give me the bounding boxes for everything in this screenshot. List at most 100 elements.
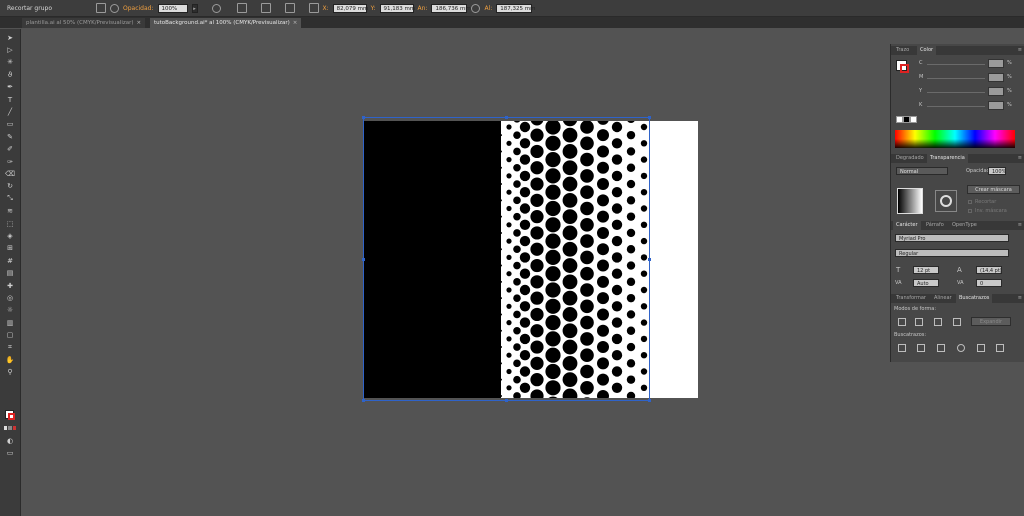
yellow-slider[interactable] [927, 92, 985, 93]
tab-alinear[interactable]: Alinear [931, 294, 955, 303]
lasso-tool[interactable]: ϑ [5, 70, 15, 79]
resize-handle[interactable] [648, 399, 651, 402]
black-field[interactable] [988, 101, 1004, 110]
resize-handle[interactable] [362, 116, 365, 119]
rotate-tool[interactable]: ↻ [5, 182, 15, 191]
exclude-icon[interactable] [953, 318, 961, 326]
slice-tool[interactable]: ⌗ [5, 343, 15, 352]
tab-buscatrazos[interactable]: Buscatrazos [956, 294, 993, 303]
minus-back-icon[interactable] [996, 344, 1004, 352]
tracking-field[interactable]: 0 [976, 279, 1002, 287]
mask-slot[interactable] [935, 190, 957, 212]
opacity-dropdown[interactable]: ▸ [191, 3, 198, 13]
magenta-field[interactable] [988, 73, 1004, 82]
arrange-icon[interactable] [284, 3, 295, 13]
white-swatch[interactable] [910, 116, 917, 123]
tab-transparencia[interactable]: Transparencia [927, 154, 968, 163]
isolate-group-icon[interactable] [96, 3, 106, 13]
zoom-tool[interactable]: ⚲ [5, 368, 15, 377]
yellow-field[interactable] [988, 87, 1004, 96]
unite-icon[interactable] [898, 318, 906, 326]
tab-plantilla[interactable]: plantilla.ai al 50% (CMYK/Previsualizar)… [22, 18, 146, 28]
tab-trazo[interactable]: Trazo [893, 46, 912, 55]
opacity-field[interactable]: 100% [157, 3, 188, 13]
font-size-field[interactable]: 12 pt [913, 266, 939, 274]
minus-front-icon[interactable] [915, 318, 923, 326]
paintbrush-tool[interactable]: ✎ [5, 132, 15, 141]
rectangle-tool[interactable]: ▭ [5, 120, 15, 129]
type-tool[interactable]: T [5, 95, 15, 104]
selection-tool[interactable]: ➤ [5, 33, 15, 42]
mesh-tool[interactable]: # [5, 256, 15, 265]
clip-checkbox[interactable] [968, 200, 972, 204]
y-field[interactable]: 91,183 mm [379, 3, 415, 13]
tab-color[interactable]: Color [917, 46, 937, 55]
tab-tutobackground[interactable]: tutoBackground.ai* al 100% (CMYK/Previsu… [150, 18, 302, 28]
none-swatch[interactable] [896, 116, 903, 123]
leading-field[interactable]: (14,4 pt) [976, 266, 1002, 274]
resize-handle[interactable] [505, 399, 508, 402]
panel-menu-icon[interactable]: ≡ [1018, 46, 1022, 55]
artboard-tool[interactable]: ▢ [5, 331, 15, 340]
crop-icon[interactable] [957, 344, 965, 352]
perspective-grid-tool[interactable]: ⊞ [5, 244, 15, 253]
resize-handle[interactable] [648, 116, 651, 119]
symbol-sprayer-tool[interactable]: ☼ [5, 306, 15, 315]
magenta-slider[interactable] [927, 78, 985, 79]
style-icon[interactable] [211, 3, 221, 13]
transform-icon[interactable] [260, 3, 271, 13]
tab-opentype[interactable]: OpenType [949, 221, 980, 230]
intersect-icon[interactable] [934, 318, 942, 326]
opacity-label[interactable]: Opacidad: [123, 5, 154, 12]
trim-icon[interactable] [917, 344, 925, 352]
resize-handle[interactable] [362, 399, 365, 402]
make-mask-button[interactable]: Crear máscara [967, 185, 1020, 194]
pen-tool[interactable]: ✒ [5, 83, 15, 92]
panel-menu-icon[interactable]: ≡ [1018, 294, 1022, 303]
close-icon[interactable]: × [137, 20, 142, 26]
gradient-tool[interactable]: ▤ [5, 269, 15, 278]
reference-point-icon[interactable] [308, 3, 319, 13]
stroke-swatch[interactable] [8, 413, 15, 420]
kerning-field[interactable]: Auto [913, 279, 939, 287]
color-mode-buttons[interactable] [4, 426, 16, 430]
color-spectrum[interactable] [895, 130, 1015, 148]
blend-tool[interactable]: ◎ [5, 293, 15, 302]
tab-parrafo[interactable]: Párrafo [923, 221, 947, 230]
eraser-tool[interactable]: ⌫ [5, 169, 15, 178]
cyan-slider[interactable] [927, 64, 985, 65]
recolor-artwork-icon[interactable] [110, 3, 119, 13]
tab-degradado[interactable]: Degradado [893, 154, 927, 163]
black-slider[interactable] [927, 106, 985, 107]
free-transform-tool[interactable]: ⬚ [5, 219, 15, 228]
expand-button[interactable]: Expandir [971, 317, 1011, 326]
outline-icon[interactable] [977, 344, 985, 352]
tab-transformar[interactable]: Transformar [893, 294, 929, 303]
width-field[interactable]: 186,736 mm [431, 3, 471, 13]
direct-selection-tool[interactable]: ▷ [5, 45, 15, 54]
tab-caracter[interactable]: Carácter [893, 221, 921, 230]
cyan-field[interactable] [988, 59, 1004, 68]
drawing-mode-icon[interactable]: ◐ [5, 436, 15, 445]
pencil-tool[interactable]: ✐ [5, 145, 15, 154]
font-family-select[interactable]: Myriad Pro [895, 234, 1009, 242]
resize-handle[interactable] [505, 116, 508, 119]
invert-mask-checkbox[interactable] [968, 209, 972, 213]
resize-handle[interactable] [362, 258, 365, 261]
color-stroke-swatch[interactable] [900, 64, 909, 73]
scale-tool[interactable]: ⤡ [5, 194, 15, 203]
align-icon[interactable] [236, 3, 247, 13]
opacity-field[interactable]: 100% [988, 167, 1006, 175]
close-icon[interactable]: × [293, 20, 298, 26]
line-tool[interactable]: ╱ [5, 107, 15, 116]
black-swatch[interactable] [903, 116, 910, 123]
magic-wand-tool[interactable]: ✳ [5, 58, 15, 67]
panel-menu-icon[interactable]: ≡ [1018, 154, 1022, 163]
font-style-select[interactable]: Regular [895, 249, 1009, 257]
x-field[interactable]: 82,079 mm [332, 3, 368, 13]
blob-brush-tool[interactable]: ✑ [5, 157, 15, 166]
screen-mode-icon[interactable]: ▭ [5, 448, 15, 457]
blend-mode-select[interactable]: Normal [896, 167, 948, 175]
width-tool[interactable]: ≋ [5, 207, 15, 216]
shape-builder-tool[interactable]: ◈ [5, 231, 15, 240]
